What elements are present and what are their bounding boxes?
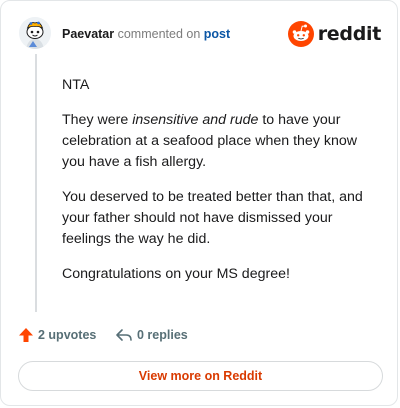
reply-arrow-icon [116,329,132,341]
comment-paragraph: They were insensitive and rude to have y… [62,110,372,173]
username-link[interactable]: Paevatar [62,27,114,41]
reddit-wordmark: reddit [317,23,382,45]
snoo-avatar-icon [19,17,51,49]
embedded-comment-card: Paevatar commented on post reddit NTA Th… [0,0,398,406]
reddit-logo[interactable]: reddit [287,21,382,47]
reddit-snoo-icon [287,21,314,47]
comment-text: They were [62,112,133,128]
post-link[interactable]: post [204,27,230,41]
comment-paragraph: You deserved to be treated better than t… [62,189,363,247]
view-more-button[interactable]: View more on Reddit [18,361,383,391]
user-avatar[interactable] [19,17,51,49]
thread-line [35,54,37,312]
comment-paragraph: Congratulations on your MS degree! [62,266,290,282]
emphasized-text: insensitive and rude [132,112,259,128]
comment-body: NTA They were insensitive and rude to ha… [62,75,372,299]
comment-paragraph: NTA [62,77,90,93]
replies-label: 0 replies [137,328,188,342]
replies-stat[interactable]: 0 replies [115,327,188,343]
upvotes-stat[interactable]: 2 upvotes [18,327,96,343]
comment-footer: 2 upvotes 0 replies [18,327,379,347]
comment-header: Paevatar commented on post reddit [19,17,383,51]
upvotes-label: 2 upvotes [38,328,97,342]
comment-meta: Paevatar commented on post [62,26,230,42]
upvote-arrow-icon [19,328,33,342]
action-text: commented on [117,27,201,41]
